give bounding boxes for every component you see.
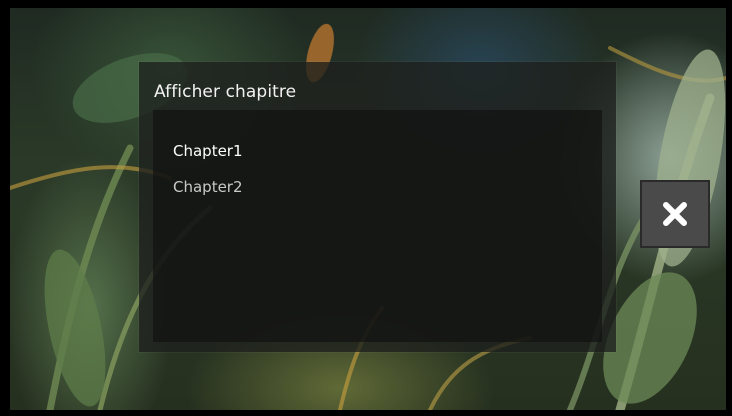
close-icon — [663, 202, 687, 226]
chapter-item-2[interactable]: Chapter2 — [173, 178, 243, 196]
chapter-item-1[interactable]: Chapter1 — [173, 142, 243, 160]
chapter-dialog: Afficher chapitre Chapter1 Chapter2 — [139, 62, 616, 352]
close-button[interactable] — [640, 180, 710, 248]
chapter-list: Chapter1 Chapter2 — [153, 110, 602, 342]
media-player-screen: Afficher chapitre Chapter1 Chapter2 — [0, 0, 732, 416]
dialog-title: Afficher chapitre — [154, 82, 297, 102]
